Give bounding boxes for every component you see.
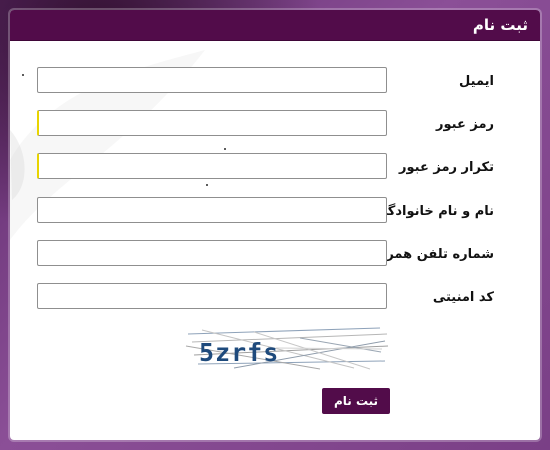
form-row-full-name: نام و نام خانوادگی xyxy=(10,197,540,227)
mobile-field[interactable] xyxy=(37,240,387,266)
full-name-label: نام و نام خانوادگی xyxy=(374,204,494,219)
page-title: ثبت نام xyxy=(472,16,528,34)
password-field[interactable] xyxy=(37,110,387,136)
register-button[interactable]: ثبت نام xyxy=(322,388,390,414)
decorative-dot xyxy=(206,184,208,186)
confirm-password-field[interactable] xyxy=(37,153,387,179)
form-row-security-code: کد امنیتی xyxy=(10,283,540,313)
security-code-field[interactable] xyxy=(37,283,387,309)
email-label: ایمیل xyxy=(459,74,494,89)
captcha-image: 5zrfs xyxy=(184,324,390,372)
form-row-mobile: شماره تلفن همراه xyxy=(10,240,540,270)
registration-panel: ثبت نام ایمیل رمز عبور تکرار رمز عبور نا… xyxy=(10,10,540,440)
full-name-field[interactable] xyxy=(37,197,387,223)
form-row-email: ایمیل xyxy=(10,67,540,97)
form-row-password: رمز عبور xyxy=(10,110,540,140)
decorative-dot xyxy=(224,148,226,150)
email-field[interactable] xyxy=(37,67,387,93)
panel-header: ثبت نام xyxy=(10,10,540,41)
password-label: رمز عبور xyxy=(436,117,494,132)
security-code-label: کد امنیتی xyxy=(432,290,494,305)
mobile-label: شماره تلفن همراه xyxy=(374,247,494,262)
form-row-confirm-password: تکرار رمز عبور xyxy=(10,153,540,183)
captcha-text: 5zrfs xyxy=(199,338,280,367)
confirm-password-label: تکرار رمز عبور xyxy=(399,160,494,175)
